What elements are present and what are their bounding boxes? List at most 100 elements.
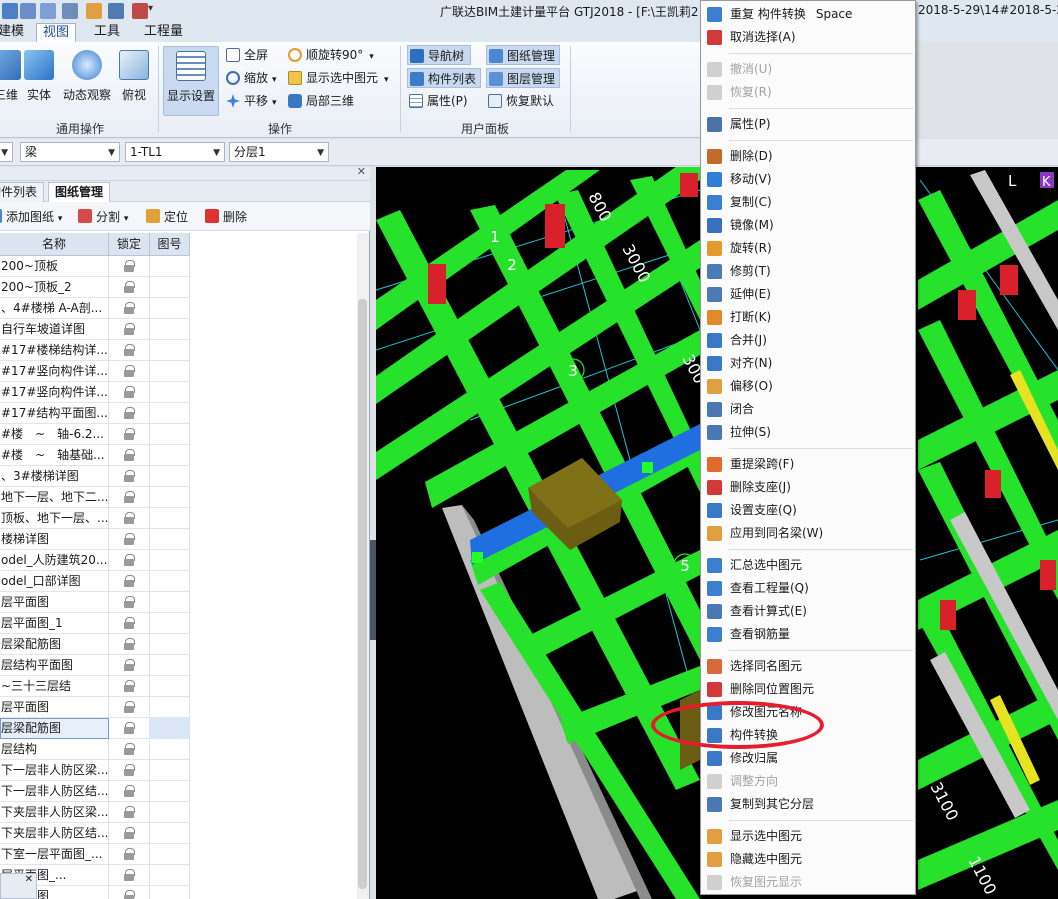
table-row[interactable]: 楼梯详图 bbox=[0, 529, 190, 550]
tab-view[interactable]: 视图 bbox=[36, 23, 77, 42]
table-row[interactable]: #17#竖向构件详... bbox=[0, 382, 190, 403]
lock-cell[interactable] bbox=[109, 256, 150, 277]
drawing-number-cell[interactable] bbox=[150, 781, 190, 802]
grip-point[interactable] bbox=[472, 552, 483, 563]
drawing-name-cell[interactable]: 层梁配筋图 bbox=[0, 634, 109, 655]
lock-icon[interactable] bbox=[124, 575, 135, 587]
lock-icon[interactable] bbox=[124, 512, 135, 524]
menu-item[interactable]: 移动(V) bbox=[701, 168, 915, 191]
menu-item[interactable]: 复制到其它分层 bbox=[701, 793, 915, 816]
lock-cell[interactable] bbox=[109, 403, 150, 424]
lock-cell[interactable] bbox=[109, 466, 150, 487]
lock-cell[interactable] bbox=[109, 340, 150, 361]
table-row[interactable]: 顶板、地下一层、... bbox=[0, 508, 190, 529]
drawing-name-cell[interactable]: 楼梯详图 bbox=[0, 529, 109, 550]
table-row[interactable]: #17#竖向构件详... bbox=[0, 361, 190, 382]
tab-quantity[interactable]: 工程量 bbox=[138, 23, 189, 42]
menu-item[interactable]: 修剪(T) bbox=[701, 260, 915, 283]
lock-icon[interactable] bbox=[124, 470, 135, 482]
lock-cell[interactable] bbox=[109, 802, 150, 823]
lock-cell[interactable] bbox=[109, 781, 150, 802]
floor-combo[interactable]: ▼ bbox=[0, 142, 13, 162]
lock-cell[interactable] bbox=[109, 508, 150, 529]
lock-icon[interactable] bbox=[124, 743, 135, 755]
lock-cell[interactable] bbox=[109, 361, 150, 382]
drawing-number-cell[interactable] bbox=[150, 613, 190, 634]
restore-default-button[interactable]: 恢复默认 bbox=[486, 91, 554, 111]
menu-item[interactable]: 应用到同名梁(W) bbox=[701, 522, 915, 545]
solid-button[interactable]: 实体 bbox=[17, 46, 61, 112]
lock-icon[interactable] bbox=[124, 659, 135, 671]
drawing-name-cell[interactable]: odel_口部详图 bbox=[0, 571, 109, 592]
menu-item[interactable]: 复制(C) bbox=[701, 191, 915, 214]
split-button[interactable]: 分割 ▾ bbox=[78, 208, 128, 225]
lock-icon[interactable] bbox=[124, 428, 135, 440]
drawing-name-cell[interactable]: #17#楼梯结构详... bbox=[0, 340, 109, 361]
drawing-number-cell[interactable] bbox=[150, 403, 190, 424]
drawing-mgmt-button[interactable]: 图纸管理 bbox=[486, 45, 560, 65]
menu-item[interactable]: 闭合 bbox=[701, 398, 915, 421]
table-row[interactable]: 下一层非人防区梁... bbox=[0, 760, 190, 781]
drawing-number-cell[interactable] bbox=[150, 802, 190, 823]
lock-icon[interactable] bbox=[124, 533, 135, 545]
drawing-name-cell[interactable]: 200~顶板 bbox=[0, 256, 109, 277]
fullscreen-button[interactable]: 全屏 bbox=[224, 45, 268, 65]
lock-cell[interactable] bbox=[109, 718, 150, 739]
table-row[interactable]: ~三十三层结 bbox=[0, 676, 190, 697]
drawing-number-cell[interactable] bbox=[150, 844, 190, 865]
lock-cell[interactable] bbox=[109, 697, 150, 718]
scrollbar-thumb[interactable] bbox=[358, 299, 367, 889]
grid-icon[interactable] bbox=[108, 3, 124, 19]
menu-item[interactable]: 属性(P) bbox=[701, 113, 915, 136]
menu-item[interactable]: 打断(K) bbox=[701, 306, 915, 329]
menu-item[interactable]: 旋转(R) bbox=[701, 237, 915, 260]
lock-icon[interactable] bbox=[124, 848, 135, 860]
drawing-number-cell[interactable] bbox=[150, 508, 190, 529]
drawing-number-cell[interactable] bbox=[150, 823, 190, 844]
table-row[interactable]: 层梁配筋图 bbox=[0, 634, 190, 655]
drawing-name-cell[interactable]: 地下一层、地下二... bbox=[0, 487, 109, 508]
column-lock[interactable]: 锁定 bbox=[109, 233, 150, 256]
drawing-number-cell[interactable] bbox=[150, 550, 190, 571]
table-row[interactable]: 200~顶板 bbox=[0, 256, 190, 277]
local-3d-button[interactable]: 局部三维 bbox=[286, 91, 354, 111]
lock-cell[interactable] bbox=[109, 445, 150, 466]
menu-item[interactable]: 设置支座(Q) bbox=[701, 499, 915, 522]
table-row[interactable]: 层平面图 bbox=[0, 697, 190, 718]
component-combo[interactable]: 1-TL1 ▼ bbox=[125, 142, 225, 162]
lock-icon[interactable] bbox=[124, 869, 135, 881]
drawing-number-cell[interactable] bbox=[150, 340, 190, 361]
properties-button[interactable]: 属性(P) bbox=[407, 91, 468, 111]
lock-icon[interactable] bbox=[124, 806, 135, 818]
lock-cell[interactable] bbox=[109, 739, 150, 760]
table-row[interactable]: 层平面图_1 bbox=[0, 613, 190, 634]
menu-item[interactable]: 显示选中图元 bbox=[701, 825, 915, 848]
drawing-name-cell[interactable]: 下室一层平面图_... bbox=[0, 844, 109, 865]
lock-cell[interactable] bbox=[109, 823, 150, 844]
nav-tree-button[interactable]: 导航树 bbox=[407, 45, 471, 65]
drawing-number-cell[interactable] bbox=[150, 445, 190, 466]
top-view-button[interactable]: 俯视 bbox=[112, 46, 156, 112]
lock-icon[interactable] bbox=[124, 785, 135, 797]
brush-icon[interactable] bbox=[86, 3, 102, 19]
drawing-name-cell[interactable]: 层梁配筋图 bbox=[0, 718, 109, 739]
lock-icon[interactable] bbox=[124, 260, 135, 272]
layer-mgmt-button[interactable]: 图层管理 bbox=[486, 68, 560, 88]
drawing-number-cell[interactable] bbox=[150, 697, 190, 718]
qa-dropdown-icon[interactable]: ▾ bbox=[148, 3, 158, 19]
drawing-name-cell[interactable]: 、4#楼梯 A-A剖... bbox=[0, 298, 109, 319]
table-row[interactable]: odel_口部详图 bbox=[0, 571, 190, 592]
drawing-number-cell[interactable] bbox=[150, 571, 190, 592]
drawing-name-cell[interactable]: 、3#楼梯详图 bbox=[0, 466, 109, 487]
column-name[interactable]: 名称 bbox=[0, 233, 109, 256]
delete-drawing-button[interactable]: 删除 bbox=[205, 208, 247, 225]
lock-icon[interactable] bbox=[124, 386, 135, 398]
lock-cell[interactable] bbox=[109, 655, 150, 676]
drawing-number-cell[interactable] bbox=[150, 739, 190, 760]
export-icon[interactable] bbox=[132, 3, 148, 19]
table-row[interactable]: 层平面图 bbox=[0, 592, 190, 613]
table-row[interactable]: 层梁配筋图 bbox=[0, 718, 190, 739]
drawing-name-cell[interactable]: #17#竖向构件详... bbox=[0, 382, 109, 403]
menu-item[interactable]: 延伸(E) bbox=[701, 283, 915, 306]
drawing-name-cell[interactable]: 下一层非人防区结... bbox=[0, 781, 109, 802]
